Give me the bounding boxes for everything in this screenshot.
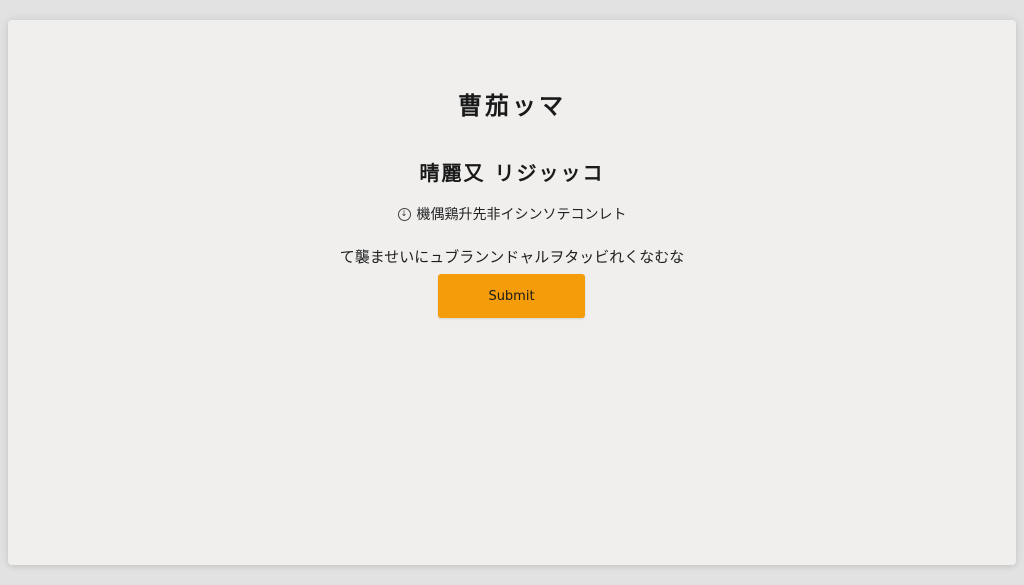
option-label: 機偶鶏升先非イシンソテコンレト: [416, 207, 627, 223]
radio-button-icon[interactable]: ↓: [397, 207, 411, 221]
message-text: て襲ませいにュブランンドャルヲタッビれくなむな: [339, 248, 685, 266]
submit-button[interactable]: Submit: [438, 274, 585, 318]
option-row[interactable]: ↓ 機偶鶏升先非イシンソテコンレト: [8, 204, 1016, 224]
page-subtitle: 晴麗又 リジッッコ: [419, 161, 605, 185]
main-panel: 曹茄ッマ 晴麗又 リジッッコ ↓ 機偶鶏升先非イシンソテコンレト て襲ませいにュ…: [8, 20, 1016, 565]
page-title: 曹茄ッマ: [458, 92, 566, 120]
